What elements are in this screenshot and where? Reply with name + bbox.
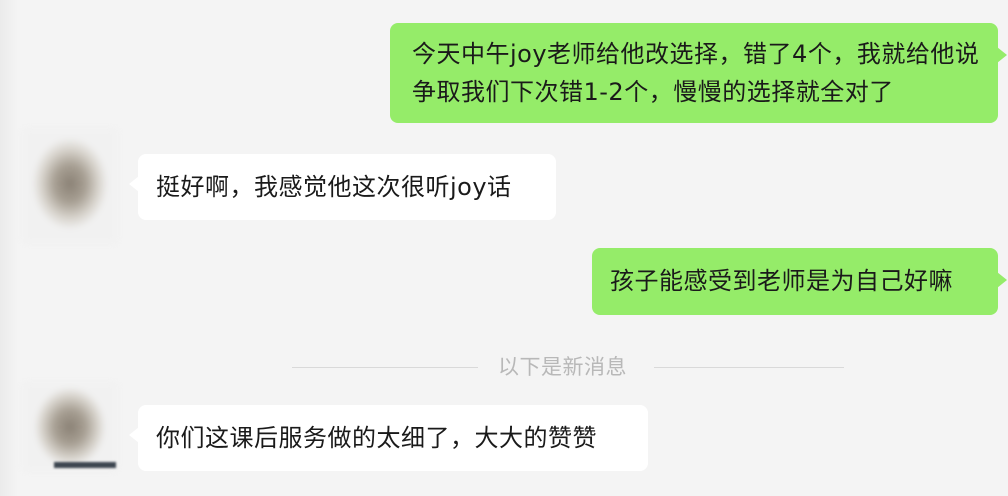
new-messages-divider: 以下是新消息 <box>292 353 844 381</box>
message-text: 孩子能感受到老师是为自己好嘛 <box>610 267 953 295</box>
message-text: 今天中午joy老师给他改选择，错了4个，我就给他说争取我们下次错1-2个，慢慢的… <box>412 40 980 106</box>
divider-line-right <box>654 367 844 368</box>
divider-line-left <box>292 367 478 368</box>
avatar-edge <box>54 462 116 468</box>
divider-label: 以下是新消息 <box>498 355 627 379</box>
message-bubble-outgoing[interactable]: 孩子能感受到老师是为自己好嘛 <box>592 248 1007 315</box>
message-bubble-incoming[interactable]: 挺好啊，我感觉他这次很听joy话 <box>129 154 556 220</box>
contact-avatar[interactable] <box>22 128 118 244</box>
message-bubble-outgoing[interactable]: 今天中午joy老师给他改选择，错了4个，我就给他说争取我们下次错1-2个，慢慢的… <box>390 23 1007 123</box>
message-text: 挺好啊，我感觉他这次很听joy话 <box>156 173 512 201</box>
message-bubble-incoming[interactable]: 你们这课后服务做的太细了，大大的赞赞 <box>129 405 648 471</box>
contact-avatar[interactable] <box>22 382 118 472</box>
chat-window: 今天中午joy老师给他改选择，错了4个，我就给他说争取我们下次错1-2个，慢慢的… <box>0 0 1008 496</box>
message-text: 你们这课后服务做的太细了，大大的赞赞 <box>156 424 597 452</box>
chat-panel-edge <box>0 0 18 496</box>
